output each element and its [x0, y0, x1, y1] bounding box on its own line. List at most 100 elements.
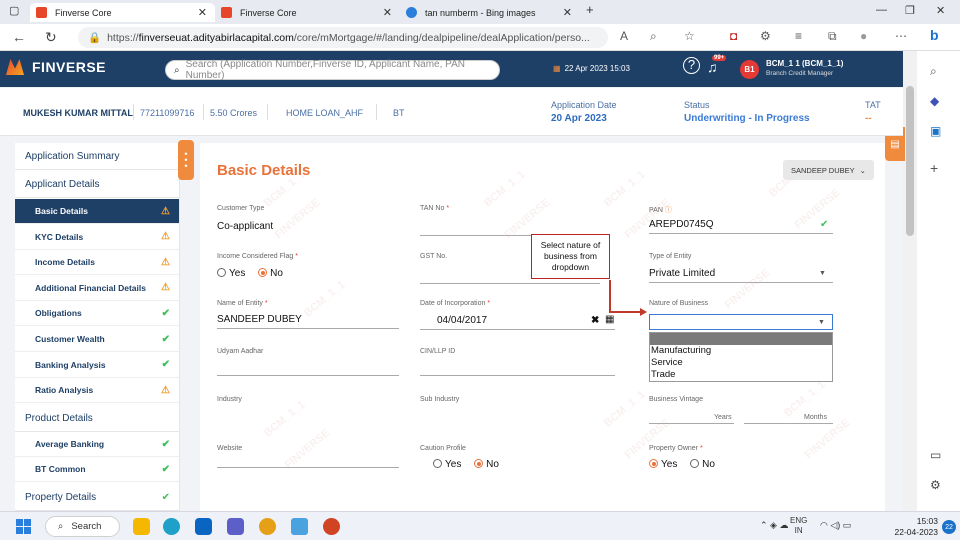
file-explorer-icon[interactable]	[133, 518, 150, 535]
bell-icon[interactable]: ♫	[707, 59, 718, 75]
nav-item-customer-wealth[interactable]: Customer Wealth ✔	[15, 327, 179, 352]
nav-item-additional-financial-details[interactable]: Additional Financial Details ⚠	[15, 276, 179, 301]
teams-icon[interactable]	[227, 518, 244, 535]
bing-icon[interactable]: b	[930, 27, 939, 43]
nav-item-basic-details[interactable]: Basic Details ⚠	[15, 199, 179, 224]
complete-icon: ✔	[161, 333, 170, 345]
sidebar-toggle-icon[interactable]: ▭	[930, 448, 941, 462]
outlook-taskbar-icon[interactable]	[195, 518, 212, 535]
search-sidebar-icon[interactable]: ⌕	[930, 64, 937, 79]
dropdown-option-empty[interactable]	[650, 333, 832, 345]
close-tab-icon[interactable]: ✕	[198, 6, 207, 19]
tab-actions-icon[interactable]: ▢	[9, 4, 19, 17]
nav-applicant-details[interactable]: Applicant Details	[15, 171, 179, 198]
entity-name-value[interactable]: SANDEEP DUBEY	[217, 314, 302, 325]
pan-value[interactable]: AREPD0745Q	[649, 219, 713, 230]
incorp-date-label: Date of Incorporation *	[420, 300, 491, 307]
close-window-icon[interactable]: ✕	[936, 4, 945, 17]
nav-collapse-handle[interactable]: • • •	[178, 140, 194, 180]
windows-start-icon[interactable]	[16, 519, 31, 534]
nav-application-summary[interactable]: Application Summary	[15, 143, 179, 170]
nav-item-bt-common[interactable]: BT Common ✔	[15, 457, 179, 482]
vintage-years-input[interactable]	[649, 423, 734, 424]
complete-icon: ✔	[161, 491, 170, 503]
edge-icon[interactable]	[163, 518, 180, 535]
url-domain: finverseuat.adityabirlacapital.com	[138, 31, 294, 44]
entity-type-select[interactable]: Private Limited	[649, 268, 715, 279]
favorite-icon[interactable]: ☆	[684, 29, 695, 43]
nav-item-banking-analysis[interactable]: Banking Analysis ✔	[15, 353, 179, 378]
owner-no-radio[interactable]: No	[690, 459, 715, 470]
page-scrollbar[interactable]	[903, 51, 917, 511]
global-search-input[interactable]: ⌕ Search (Application Number,Finverse ID…	[165, 59, 500, 81]
scrollbar-thumb[interactable]	[906, 86, 914, 236]
add-sidebar-icon[interactable]: +	[930, 160, 938, 176]
browser-tab-3[interactable]: tan numberm - Bing images ✕	[400, 3, 580, 22]
language-indicator[interactable]: ENG IN	[790, 516, 807, 536]
refresh-icon[interactable]: ↻	[45, 29, 57, 46]
nav-item-income-details[interactable]: Income Details ⚠	[15, 250, 179, 276]
caution-no-radio[interactable]: No	[474, 459, 499, 470]
restore-icon[interactable]: ❐	[905, 4, 915, 17]
dropdown-option-manufacturing[interactable]: Manufacturing	[650, 345, 832, 357]
close-tab-icon[interactable]: ✕	[563, 6, 572, 19]
finverse-logo[interactable]: FINVERSE	[6, 59, 106, 75]
minimize-icon[interactable]: —	[876, 4, 887, 16]
clear-date-icon[interactable]: ✖	[591, 315, 599, 326]
cin-label: CIN/LLP ID	[420, 348, 456, 355]
nav-item-ratio-analysis[interactable]: Ratio Analysis ⚠	[15, 378, 179, 404]
close-tab-icon[interactable]: ✕	[383, 6, 392, 19]
incorp-date-value[interactable]: 04/04/2017	[437, 315, 487, 326]
gst-input[interactable]	[420, 283, 600, 284]
nav-item-average-banking[interactable]: Average Banking ✔	[15, 432, 179, 457]
website-input[interactable]	[217, 467, 399, 468]
zoom-icon[interactable]: ⌕	[650, 29, 657, 44]
nav-item-kyc-details[interactable]: KYC Details ⚠	[15, 225, 179, 250]
avatar[interactable]: B1	[740, 60, 759, 79]
income-no-radio[interactable]: No	[258, 268, 283, 279]
pan-label-text: PAN	[649, 207, 663, 214]
notification-count[interactable]: 22	[942, 520, 956, 534]
dropdown-option-trade[interactable]: Trade	[650, 369, 832, 381]
extensions-icon[interactable]: ⚙	[760, 29, 771, 43]
extension-icon[interactable]: ◘	[730, 29, 737, 43]
caution-yes-radio[interactable]: Yes	[433, 459, 461, 470]
user-role: Branch Credit Manager	[766, 70, 834, 77]
wifi-volume-battery-icon[interactable]: ◠ ◁) ▭	[820, 520, 851, 531]
url-field[interactable]: 🔒 https://finverseuat.adityabirlacapital…	[78, 27, 608, 48]
applicant-selector[interactable]: SANDEEP DUBEY ⌄	[783, 160, 874, 180]
nav-product-details[interactable]: Product Details	[15, 405, 179, 432]
watermark: FINVERSE	[792, 186, 843, 232]
profile-icon[interactable]: ●	[860, 29, 867, 43]
back-icon[interactable]: ←	[12, 29, 26, 45]
nav-item-obligations[interactable]: Obligations ✔	[15, 301, 179, 327]
tray-icons[interactable]: ⌃ ◈ ☁	[760, 520, 788, 531]
new-tab-icon[interactable]: +	[586, 2, 594, 17]
nav-property-details[interactable]: Property Details ✔	[15, 484, 179, 511]
app-icon[interactable]	[291, 518, 308, 535]
cin-input[interactable]	[420, 375, 615, 376]
system-clock[interactable]: 15:03 22-04-2023	[895, 516, 938, 538]
nature-of-business-select[interactable]: ▼	[649, 314, 833, 330]
dropdown-option-service[interactable]: Service	[650, 357, 832, 369]
browser-tab-1[interactable]: Finverse Core ✕	[30, 3, 215, 22]
income-yes-radio[interactable]: Yes	[217, 268, 245, 279]
help-icon[interactable]: ?	[683, 57, 700, 74]
favorites-bar-icon[interactable]: ≡	[795, 29, 802, 43]
radio-label: No	[270, 268, 283, 279]
udyam-input[interactable]	[217, 375, 399, 376]
calendar-icon[interactable]: ▦	[605, 314, 614, 325]
owner-yes-radio[interactable]: Yes	[649, 459, 677, 470]
read-aloud-icon[interactable]: A	[620, 29, 628, 43]
copilot-icon[interactable]: ◆	[930, 94, 939, 108]
chrome-icon[interactable]	[259, 518, 276, 535]
info-icon[interactable]: ⓘ	[665, 207, 672, 214]
collections-icon[interactable]: ⧉	[828, 29, 837, 44]
outlook-icon[interactable]: ▣	[930, 124, 941, 138]
browser-tab-2[interactable]: Finverse Core ✕	[215, 3, 400, 22]
vintage-months-input[interactable]	[744, 423, 833, 424]
more-icon[interactable]: ⋯	[895, 29, 907, 43]
taskbar-search[interactable]: ⌕ Search	[45, 516, 120, 537]
powerpoint-icon[interactable]	[323, 518, 340, 535]
settings-icon[interactable]: ⚙	[930, 478, 941, 492]
